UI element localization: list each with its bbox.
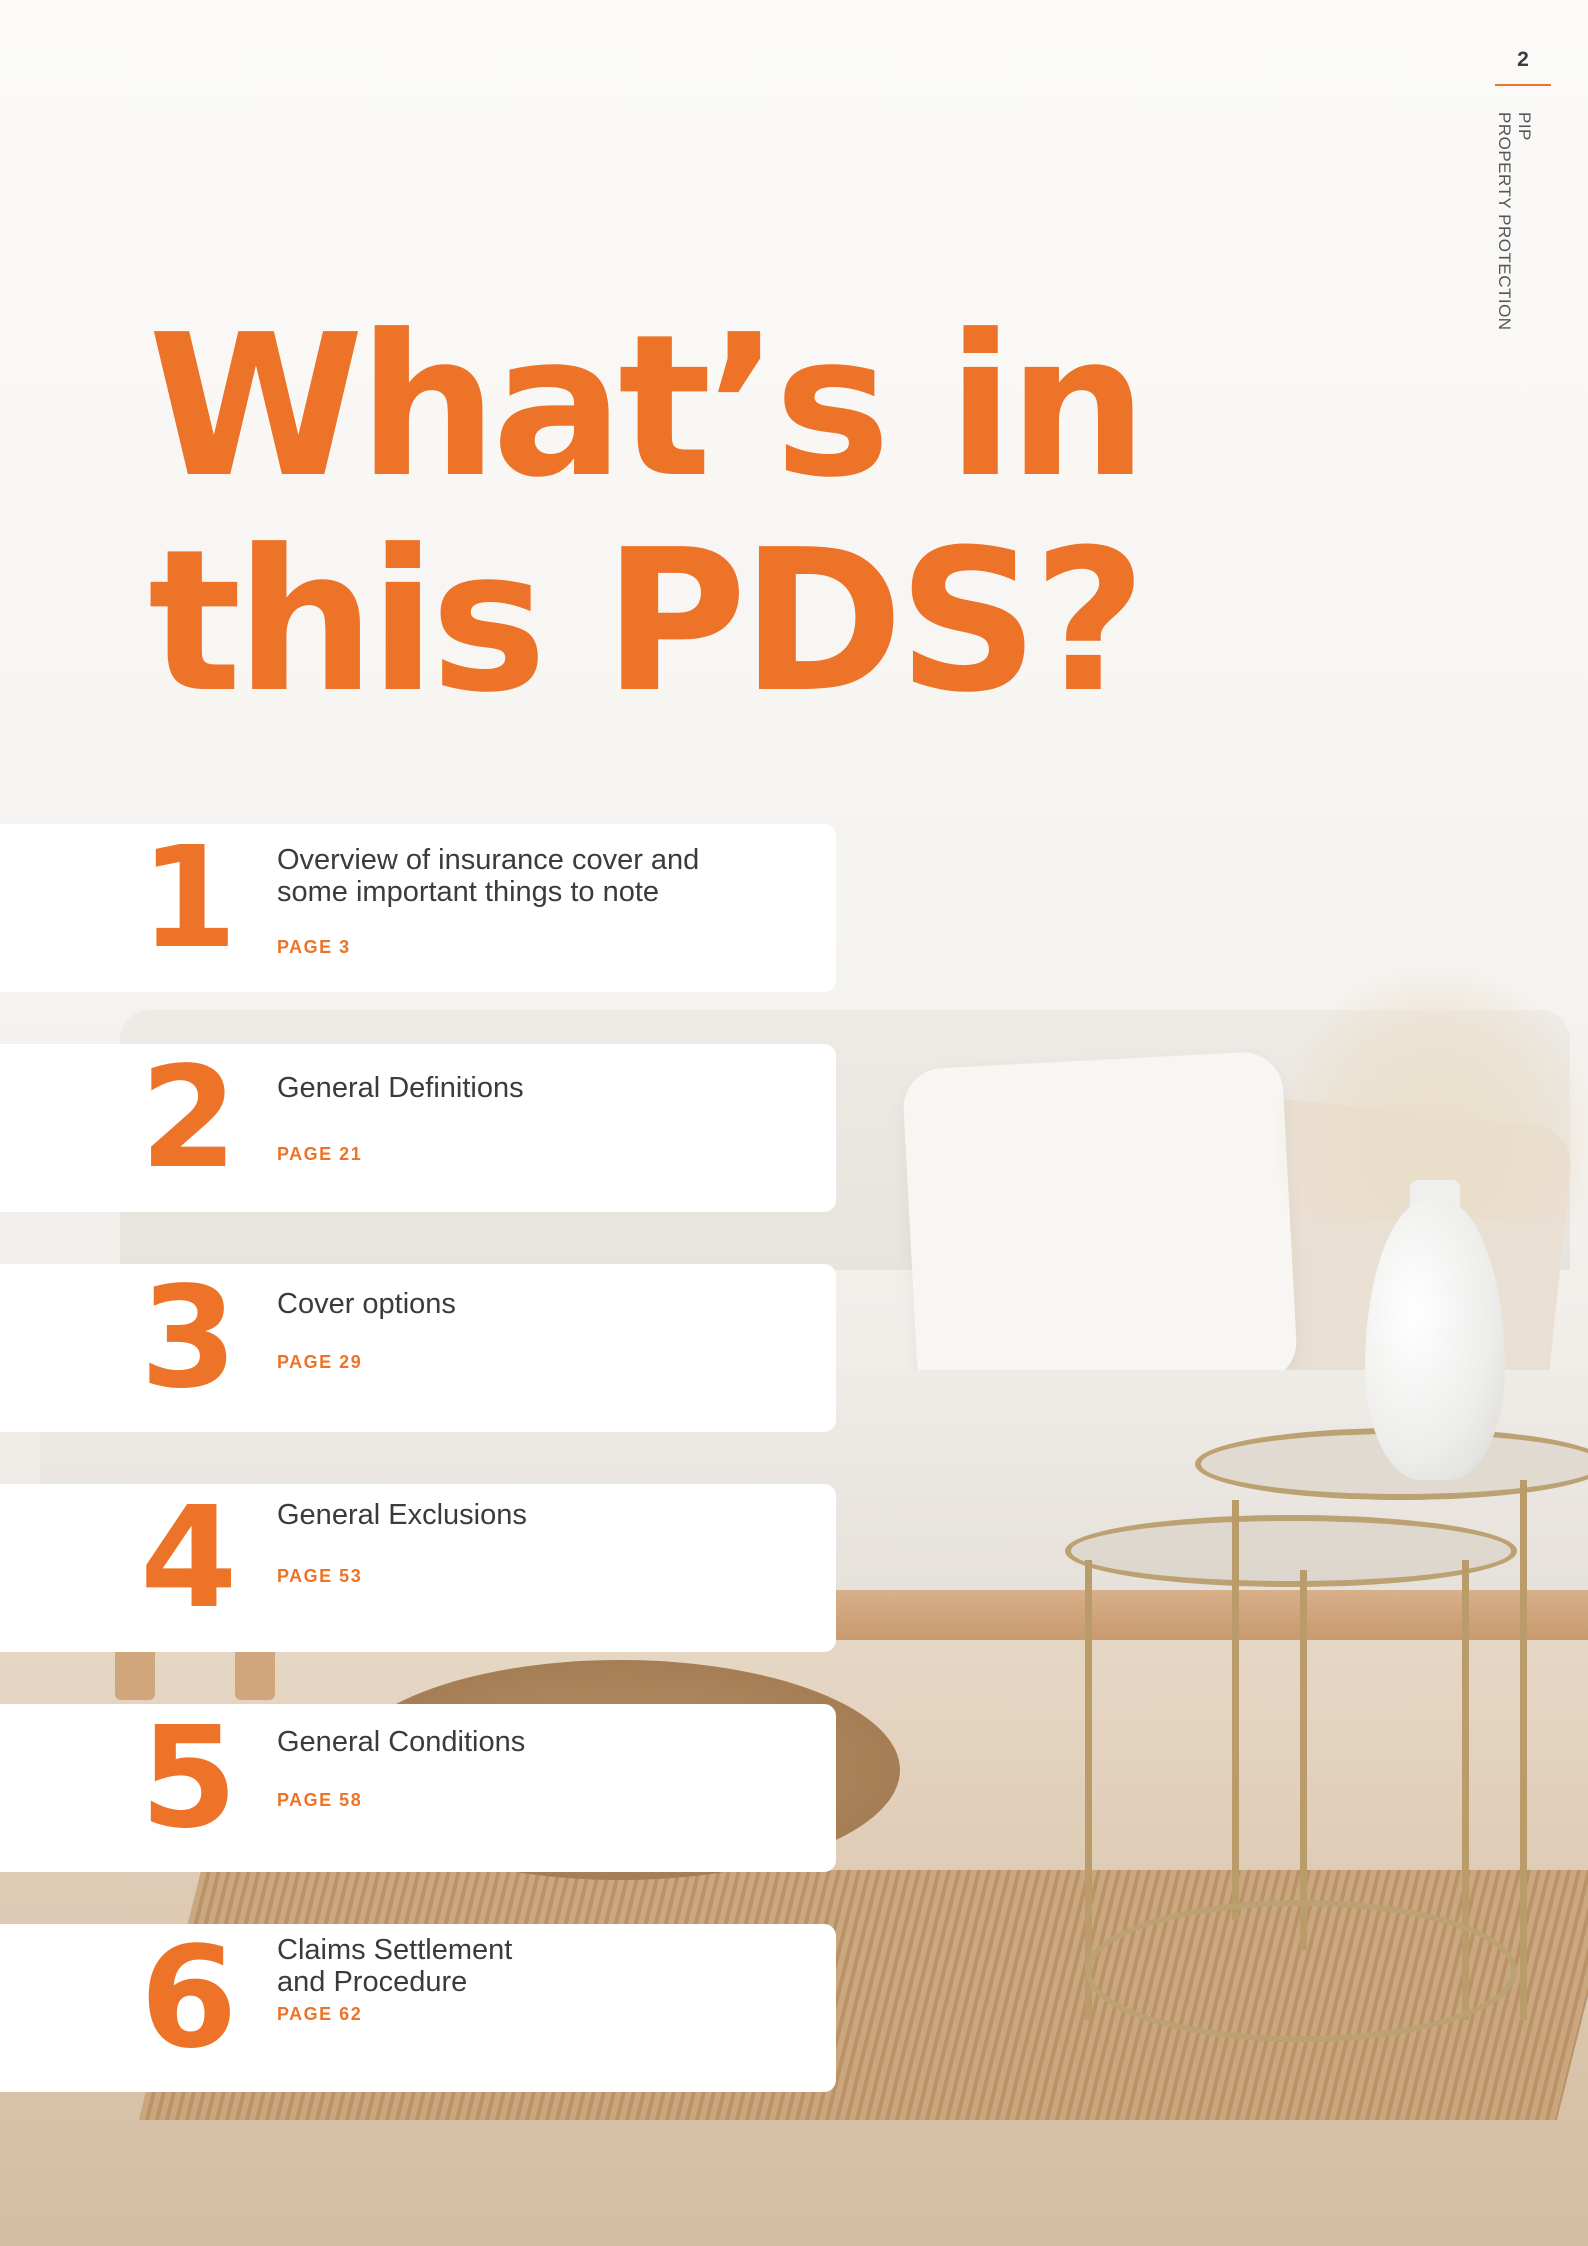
pds-contents-page: 2 PIP PROPERTY PROTECTION What’s in this… [0,0,1588,2246]
toc-number: 6 [140,1917,238,2080]
toc-number: 4 [140,1477,238,1640]
table-leg [1085,1560,1092,2020]
side-table-top-small [1065,1515,1517,1587]
toc-title: Claims Settlement and Procedure [277,1934,512,1998]
table-leg [1232,1500,1239,1920]
toc-page-ref: PAGE 58 [277,1790,363,1810]
toc-title-line1: General Definitions [277,1072,524,1104]
toc-number: 1 [140,817,238,980]
page-number: 2 [1517,48,1529,71]
toc-item-5[interactable]: 5 General Conditions PAGE 58 [0,1704,836,1872]
toc-item-4[interactable]: 4 General Exclusions PAGE 53 [0,1484,836,1652]
toc-page-ref: PAGE 62 [277,2004,363,2024]
toc-title-line2: and Procedure [277,1966,468,1998]
toc-title-line1: Claims Settlement [277,1934,513,1966]
toc-title: Overview of insurance cover and some imp… [277,844,699,908]
toc-number: 2 [140,1037,238,1200]
toc-number: 3 [140,1257,238,1420]
toc-title-line1: General Conditions [277,1726,526,1758]
toc-title-line1: Cover options [277,1288,456,1320]
toc-title-line1: Overview of insurance cover and [277,844,700,876]
toc-item-3[interactable]: 3 Cover options PAGE 29 [0,1264,836,1432]
toc-title: Cover options [277,1288,456,1320]
toc-item-6[interactable]: 6 Claims Settlement and Procedure PAGE 6… [0,1924,836,2092]
side-label-line1: PIP [1515,112,1534,141]
toc-title: General Exclusions [277,1499,527,1531]
white-vase [1365,1200,1505,1480]
toc-page-ref: PAGE 21 [277,1144,363,1164]
toc-number: 5 [140,1697,238,1860]
toc-title: General Definitions [277,1072,524,1104]
toc-page-ref: PAGE 29 [277,1352,363,1372]
toc-page-ref: PAGE 3 [277,937,351,957]
page-number-divider [1495,84,1551,86]
white-cushion [901,1050,1299,1400]
side-running-label: PIP PROPERTY PROTECTION [1494,112,1534,331]
table-base-ring [1085,1900,1517,2042]
toc-title: General Conditions [277,1726,525,1758]
page-title: What’s in this PDS? [148,293,1148,736]
side-label-line2: PROPERTY PROTECTION [1495,112,1514,331]
title-line1: What’s in [148,293,1148,521]
table-leg [1520,1480,1527,2020]
toc-item-2[interactable]: 2 General Definitions PAGE 21 [0,1044,836,1212]
title-line2: this PDS? [148,508,1147,736]
table-leg [1300,1570,1307,1950]
toc-item-1[interactable]: 1 Overview of insurance cover and some i… [0,824,836,992]
toc-title-line1: General Exclusions [277,1499,527,1531]
toc-page-ref: PAGE 53 [277,1566,363,1586]
toc-title-line2: some important things to note [277,876,660,908]
